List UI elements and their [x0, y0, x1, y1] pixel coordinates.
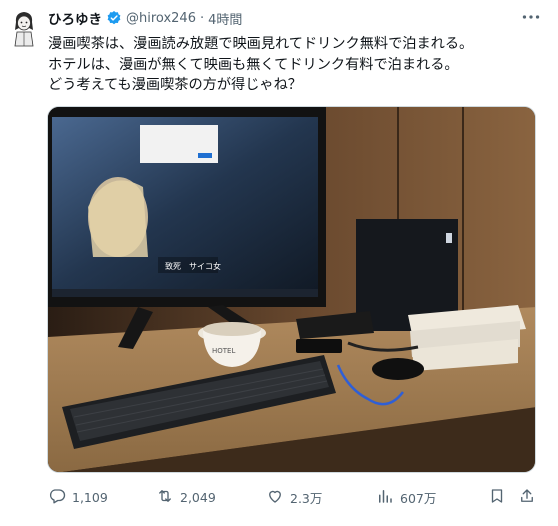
views-icon	[376, 487, 394, 508]
share-button[interactable]	[518, 486, 536, 508]
tweet-header: ひろゆき @hirox246 · 4時間	[48, 8, 242, 29]
tweet-line: どう考えても漫画喫茶の方が得じゃね？	[48, 77, 302, 93]
reply-button[interactable]: 1,109	[48, 486, 108, 508]
retweet-count: 2,049	[180, 489, 216, 505]
separator-dot: ·	[199, 10, 205, 26]
tweet-photo[interactable]: 致死 サイコ女 HOTEL	[47, 106, 536, 473]
avatar[interactable]	[9, 8, 39, 48]
handle[interactable]: @hirox246	[126, 11, 196, 26]
view-count: 607万	[400, 490, 437, 506]
verified-badge-icon	[106, 10, 122, 26]
views-button[interactable]: 607万	[376, 486, 436, 508]
share-icon	[518, 487, 536, 508]
retweet-button[interactable]: 2,049	[156, 486, 216, 508]
bookmark-button[interactable]	[488, 486, 506, 508]
monitor-subtitle: 致死 サイコ女	[165, 261, 221, 271]
reply-icon	[48, 487, 66, 508]
tweet[interactable]: ひろゆき @hirox246 · 4時間 漫画喫茶は、漫画読み放題で映画見れてド…	[0, 0, 558, 526]
reply-count: 1,109	[72, 489, 108, 505]
like-button[interactable]: 2.3万	[266, 486, 322, 508]
cup-label: HOTEL	[212, 347, 235, 355]
photo-illustration: 致死 サイコ女 HOTEL	[48, 107, 535, 472]
tweet-line: ホテルは、漫画が無くて映画も無くてドリンク有料で泊まれる。	[48, 56, 459, 73]
like-icon	[266, 487, 284, 508]
action-bar: 1,109 2,049 2.3万 607万	[48, 486, 538, 508]
more-icon[interactable]	[520, 8, 542, 26]
tweet-text: 漫画喫茶は、漫画読み放題で映画見れてドリンク無料で泊まれる。 ホテルは、漫画が無…	[48, 34, 548, 96]
tweet-line: 漫画喫茶は、漫画読み放題で映画見れてドリンク無料で泊まれる。	[48, 36, 474, 52]
timestamp[interactable]: 4時間	[208, 9, 242, 28]
retweet-icon	[156, 487, 174, 508]
display-name[interactable]: ひろゆき	[48, 8, 102, 28]
like-count: 2.3万	[290, 490, 323, 506]
bookmark-icon	[488, 487, 506, 508]
